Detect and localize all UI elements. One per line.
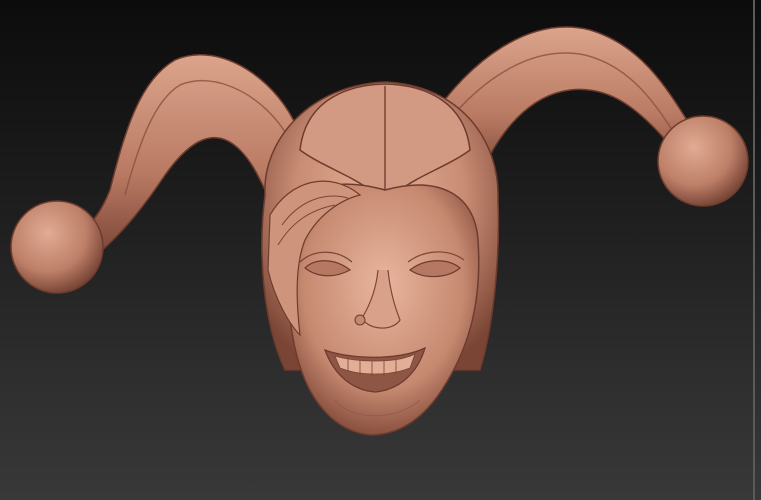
nose-ring [354, 314, 366, 326]
3d-viewport[interactable] [0, 0, 761, 500]
left-pompom [10, 200, 104, 294]
right-pompom [657, 115, 749, 207]
jester-head-model[interactable] [0, 0, 761, 500]
